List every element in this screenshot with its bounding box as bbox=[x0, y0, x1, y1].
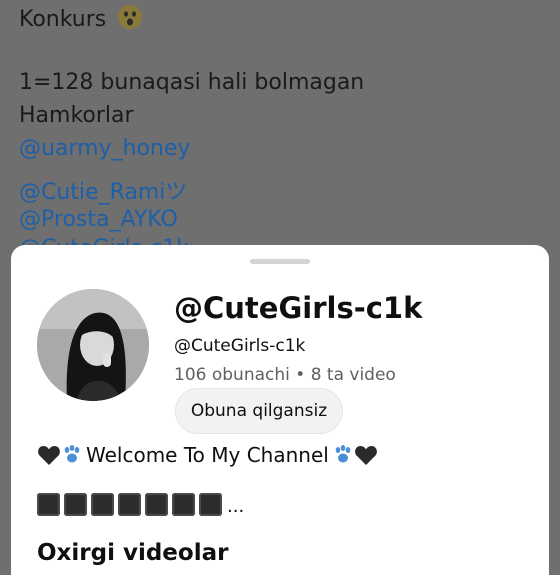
subscribed-button[interactable]: Obuna qilgansiz bbox=[175, 388, 343, 434]
black-square-icon bbox=[64, 493, 87, 516]
channel-title[interactable]: @CuteGirls-c1k bbox=[174, 291, 422, 325]
mention-link[interactable]: @Prosta_AYKO bbox=[19, 207, 178, 232]
description-black-squares: ... bbox=[37, 493, 244, 516]
description-ellipsis: ... bbox=[227, 496, 245, 517]
channel-avatar[interactable] bbox=[37, 289, 149, 401]
black-square-icon bbox=[199, 493, 222, 516]
black-square-icon bbox=[91, 493, 114, 516]
post-title-line: Konkurs bbox=[19, 4, 143, 32]
black-heart-icon bbox=[354, 446, 377, 465]
black-square-icon bbox=[37, 493, 60, 516]
recent-videos-heading: Oxirgi videolar bbox=[37, 540, 229, 566]
black-square-icon bbox=[172, 493, 195, 516]
black-heart-icon bbox=[38, 446, 60, 465]
channel-stats: 106 obunachi • 8 ta video bbox=[174, 365, 396, 385]
shocked-face-emoji-icon bbox=[118, 5, 143, 29]
drag-handle[interactable] bbox=[250, 259, 310, 264]
post-title: Konkurs bbox=[19, 7, 107, 32]
channel-handle: @CuteGirls-c1k bbox=[174, 336, 306, 356]
mention-link[interactable]: @uarmy_honey bbox=[19, 136, 190, 161]
channel-bottom-sheet: @CuteGirls-c1k @CuteGirls-c1k 106 obunac… bbox=[11, 245, 549, 575]
post-description: 1=128 bunaqasi hali bolmagan bbox=[19, 70, 365, 95]
mention-link[interactable]: @Cutie_Ramiツ bbox=[19, 174, 187, 206]
black-square-icon bbox=[118, 493, 141, 516]
black-square-icon bbox=[145, 493, 168, 516]
channel-description: Welcome To My Channel bbox=[37, 441, 378, 469]
paw-icon bbox=[335, 445, 351, 463]
channel-description-text: Welcome To My Channel bbox=[86, 443, 329, 467]
paw-icon bbox=[64, 445, 80, 463]
avatar-image bbox=[37, 289, 149, 401]
post-partners-label: Hamkorlar bbox=[19, 103, 134, 128]
